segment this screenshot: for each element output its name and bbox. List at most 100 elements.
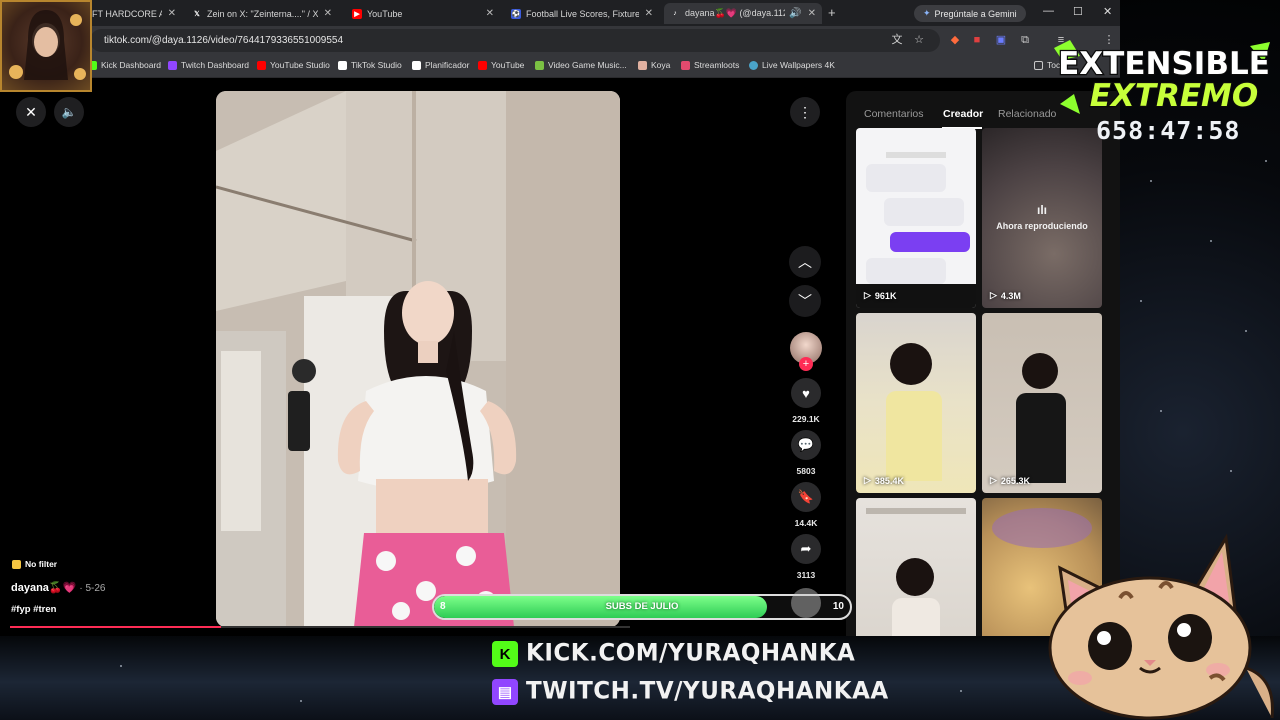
author-name: dayana🍒💗 bbox=[11, 582, 77, 594]
bookmark-youtube[interactable]: YouTube bbox=[478, 60, 524, 70]
close-button[interactable]: ✕ bbox=[16, 97, 46, 127]
previous-video-button[interactable]: ︿ bbox=[789, 246, 821, 278]
save-action[interactable]: 🔖 14.4K bbox=[790, 482, 822, 528]
bookmark-label: Twitch Dashboard bbox=[181, 60, 250, 70]
bookmark-label: Planificador bbox=[425, 60, 470, 70]
tab-creador[interactable]: Creador bbox=[943, 108, 983, 120]
stream-timer: 658:47:58 bbox=[1096, 116, 1241, 145]
creator-video-thumb[interactable]: ▷ 265.3K bbox=[982, 313, 1102, 493]
tiktok-page: ✕ 🔈 ⋮ ︿ ﹀ + ♥ 229.1K 💬 5803 🔖 14.4K ➦ 31… bbox=[0, 79, 1120, 636]
video-progress-bar[interactable] bbox=[10, 626, 630, 628]
like-action[interactable]: ♥ 229.1K bbox=[790, 378, 822, 424]
youtube-icon bbox=[478, 60, 487, 70]
speaker-icon[interactable]: 🔊 bbox=[789, 8, 801, 19]
volume-button[interactable]: 🔈 bbox=[54, 97, 84, 127]
tab-title: FT HARDCORE AL… bbox=[92, 8, 162, 19]
close-icon[interactable]: ✕ bbox=[486, 8, 494, 19]
new-tab-button[interactable]: + bbox=[828, 5, 836, 20]
next-video-button[interactable]: ﹀ bbox=[789, 285, 821, 317]
extension-icon[interactable]: ◆ bbox=[948, 33, 962, 47]
browser-window: FT HARDCORE AL… ✕ 𝕏 Zein on X: "Zeintern… bbox=[0, 0, 1120, 636]
sub-goal-target: 10 bbox=[832, 601, 844, 612]
close-icon[interactable]: ✕ bbox=[324, 8, 332, 19]
post-date: · 5-26 bbox=[79, 583, 106, 594]
folder-icon bbox=[1034, 60, 1043, 70]
comment-count: 5803 bbox=[796, 466, 816, 476]
sub-goal-knob bbox=[791, 588, 821, 618]
bookmark-youtube-studio[interactable]: YouTube Studio bbox=[257, 60, 330, 70]
video-author[interactable]: dayana🍒💗 · 5-26 bbox=[11, 581, 106, 594]
star-icon[interactable]: ☆ bbox=[912, 33, 926, 47]
filter-icon bbox=[12, 559, 21, 569]
bookmark-twitch-dashboard[interactable]: Twitch Dashboard bbox=[168, 60, 249, 70]
window-close-button[interactable]: ✕ bbox=[1103, 5, 1112, 18]
maximize-button[interactable]: ☐ bbox=[1073, 5, 1083, 18]
bookmark-video-game-music[interactable]: Video Game Music... bbox=[535, 60, 627, 70]
gemini-button[interactable]: ✦ Pregúntale a Gemini bbox=[914, 5, 1026, 22]
bookmark-icon: 🔖 bbox=[791, 482, 821, 512]
bookmark-kick-dashboard[interactable]: Kick Dashboard bbox=[88, 60, 161, 70]
streamloots-icon bbox=[681, 60, 690, 70]
bookmark-tiktok-studio[interactable]: TikTok Studio bbox=[338, 60, 402, 70]
view-count: ▷ 265.3K bbox=[990, 475, 1030, 486]
share-count: 3113 bbox=[796, 570, 816, 580]
tab-title: YouTube bbox=[367, 8, 403, 19]
like-count: 229.1K bbox=[792, 414, 820, 424]
chevron-up-icon: ︿ bbox=[798, 254, 812, 270]
koya-icon bbox=[638, 60, 647, 70]
sub-goal-current: 8 bbox=[440, 601, 446, 612]
no-filter-label: No filter bbox=[25, 559, 58, 569]
bookmark-label: Kick Dashboard bbox=[101, 60, 162, 70]
share-action[interactable]: ➦ 3113 bbox=[790, 534, 822, 580]
cat-mascot bbox=[1048, 533, 1274, 720]
follow-button[interactable]: + bbox=[799, 357, 813, 371]
close-icon[interactable]: ✕ bbox=[645, 8, 653, 19]
kick-handle: KICK.COM/YURAQHANKA bbox=[526, 639, 856, 667]
more-options-button[interactable]: ⋮ bbox=[790, 97, 820, 127]
extension-icon[interactable]: ■ bbox=[970, 33, 984, 47]
tab-youtube[interactable]: ▶ YouTube ✕ bbox=[346, 3, 500, 24]
chevron-down-icon: ﹀ bbox=[798, 293, 812, 309]
save-count: 14.4K bbox=[794, 518, 818, 528]
bookmarks-bar: Kick Dashboard Twitch Dashboard YouTube … bbox=[0, 56, 1120, 78]
tab-minecraft[interactable]: FT HARDCORE AL… ✕ bbox=[86, 3, 182, 24]
close-icon[interactable]: ✕ bbox=[808, 8, 816, 19]
video-tags[interactable]: #fyp #tren bbox=[11, 604, 56, 615]
bookmark-label: Live Wallpapers 4K bbox=[762, 60, 835, 70]
football-icon: ⚽ bbox=[511, 8, 521, 19]
bookmark-streamloots[interactable]: Streamloots bbox=[681, 60, 739, 70]
comment-action[interactable]: 💬 5803 bbox=[790, 430, 822, 476]
bookmark-koya[interactable]: Koya bbox=[638, 60, 670, 70]
extension-icon[interactable]: ▣ bbox=[994, 33, 1008, 47]
tiktok-icon bbox=[412, 60, 421, 70]
bookmark-live-wallpapers[interactable]: Live Wallpapers 4K bbox=[749, 60, 835, 70]
url-field[interactable]: tiktok.com/@daya.1126/video/764417933655… bbox=[90, 29, 940, 52]
tab-title: Zein on X: "Zeinterna...." / X bbox=[207, 8, 318, 19]
webcam-overlay bbox=[0, 0, 92, 92]
music-icon bbox=[535, 60, 544, 70]
twitch-icon bbox=[168, 60, 177, 70]
creator-video-thumb[interactable]: ▷ 961K bbox=[856, 128, 976, 308]
twitch-icon: ▤ bbox=[492, 679, 518, 705]
tab-relacionado[interactable]: Relacionado bbox=[998, 108, 1056, 120]
logo-line2: EXTREMO bbox=[1090, 78, 1258, 114]
creator-video-thumb[interactable]: ▷ 385.4K bbox=[856, 313, 976, 493]
puzzle-icon[interactable]: ⧉ bbox=[1018, 33, 1032, 47]
tab-tiktok[interactable]: ♪ dayana🍒💗 (@daya.1126 🔊 ✕ bbox=[664, 3, 822, 24]
tiktok-icon: ♪ bbox=[673, 10, 677, 17]
minimize-button[interactable]: — bbox=[1043, 5, 1054, 17]
tab-x-zein[interactable]: 𝕏 Zein on X: "Zeinterna...." / X ✕ bbox=[186, 3, 338, 24]
tab-comentarios[interactable]: Comentarios bbox=[864, 108, 924, 120]
creator-video-thumb-now-playing[interactable]: ılı Ahora reproduciendo ▷ 4.3M bbox=[982, 128, 1102, 308]
bookmark-planificador[interactable]: Planificador bbox=[412, 60, 469, 70]
no-filter-badge: No filter bbox=[12, 559, 57, 569]
creator-video-thumb[interactable] bbox=[856, 498, 976, 636]
translate-icon[interactable]: 文 bbox=[890, 33, 904, 47]
sub-goal-bar: SUBS DE JULIO 8 10 bbox=[432, 594, 852, 620]
tab-title: dayana🍒💗 (@daya.1126 bbox=[685, 8, 786, 18]
video-player[interactable] bbox=[216, 91, 620, 627]
close-icon[interactable]: ✕ bbox=[168, 8, 176, 19]
bookmark-label: Streamloots bbox=[694, 60, 740, 70]
tab-football[interactable]: ⚽ Football Live Scores, Fixtures & ✕ bbox=[505, 3, 659, 24]
bookmark-label: Koya bbox=[651, 60, 671, 70]
